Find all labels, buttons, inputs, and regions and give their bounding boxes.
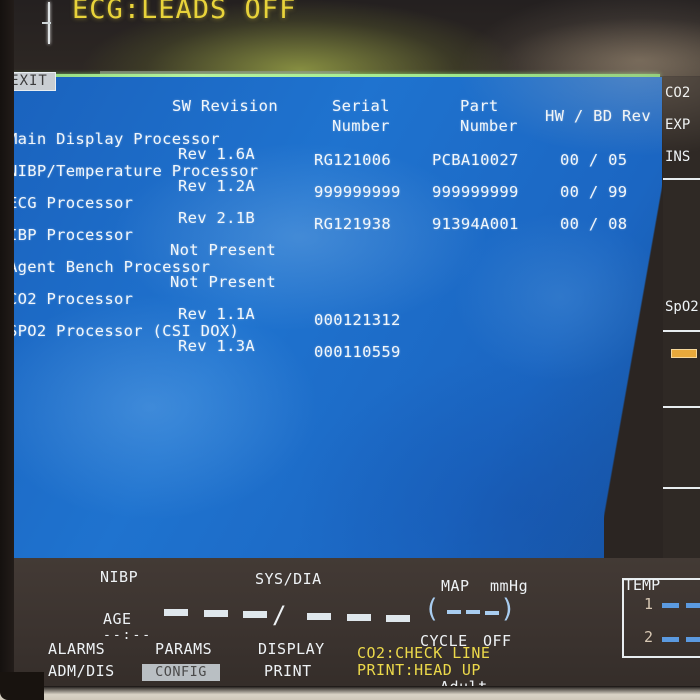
column-header-sw-revision: SW Revision xyxy=(172,97,278,115)
rail-label-spo2: SpO2 xyxy=(665,299,699,315)
processor-label-co2: CO2 Processor xyxy=(8,290,134,308)
rail-divider-3 xyxy=(663,406,700,408)
sw-revision-page: SW Revision Serial Number Part Number HW… xyxy=(0,77,662,558)
row-serial: 999999999 xyxy=(314,183,401,201)
map-paren-open: ( xyxy=(424,594,440,624)
sys-digit-dash xyxy=(164,609,188,616)
row-sw-revision: Rev 1.1A xyxy=(178,305,256,323)
rail-divider-4 xyxy=(663,487,700,489)
map-label: MAP xyxy=(441,577,470,595)
temp-channel-2-label: 2 xyxy=(644,628,654,646)
age-label: AGE xyxy=(103,610,132,628)
ecg-cursor-tick-icon xyxy=(42,22,51,24)
temp-ch1-dash xyxy=(662,603,679,608)
age-value: --:-- xyxy=(103,628,153,643)
monitor-bezel-bottom xyxy=(0,686,700,700)
units-label: mmHg xyxy=(490,577,529,595)
nibp-label: NIBP xyxy=(100,568,139,586)
rail-label-exp: EXP xyxy=(665,117,691,133)
row-serial: 000110559 xyxy=(314,343,401,361)
dia-digit-dash xyxy=(386,615,410,622)
dia-digit-dash xyxy=(347,614,371,621)
monitor-screen: ECG:LEADS OFF SW Revision Serial Number … xyxy=(0,0,700,700)
row-serial: RG121938 xyxy=(314,215,392,233)
rail-label-ins: INS xyxy=(665,149,691,165)
temp-ch2-dash xyxy=(662,637,679,642)
row-part: 91394A001 xyxy=(432,215,519,233)
spo2-value-dash xyxy=(671,349,697,358)
sys-dia-separator: / xyxy=(272,601,287,629)
sys-digit-dash xyxy=(204,610,228,617)
row-sw-revision: Not Present xyxy=(170,273,276,291)
rail-label-co2: CO2 xyxy=(665,85,691,101)
row-part: 999999999 xyxy=(432,183,519,201)
row-sw-revision: Not Present xyxy=(170,241,276,259)
dia-digit-dash xyxy=(307,613,331,620)
ecg-waveform-strip: ECG:LEADS OFF xyxy=(0,0,700,76)
right-parameter-rail: CO2 EXP INS SpO2 xyxy=(663,77,700,558)
monitor-bezel-corner xyxy=(0,672,44,700)
sys-digit-dash xyxy=(243,611,267,618)
column-header-part-l1: Part xyxy=(460,97,499,115)
temp-ch2-dash xyxy=(686,637,700,642)
row-sw-revision: Rev 2.1B xyxy=(178,209,256,227)
temp-channel-1-label: 1 xyxy=(644,595,654,613)
row-sw-revision: Rev 1.2A xyxy=(178,177,256,195)
bottom-control-panel: NIBP SYS/DIA MAP mmHg AGE --:-- / ( ) CY… xyxy=(0,558,700,700)
menu-params[interactable]: PARAMS xyxy=(155,640,212,658)
rail-divider-1 xyxy=(663,178,700,180)
processor-label-ecg: ECG Processor xyxy=(8,194,134,212)
print-status-text: PRINT:HEAD UP xyxy=(357,661,481,679)
row-serial: RG121006 xyxy=(314,151,392,169)
sys-dia-label: SYS/DIA xyxy=(255,570,322,588)
menu-adm-dis[interactable]: ADM/DIS xyxy=(48,662,115,680)
menu-print[interactable]: PRINT xyxy=(264,662,312,680)
co2-status-text: CO2:CHECK LINE xyxy=(357,644,491,662)
map-paren-close: ) xyxy=(500,594,516,624)
rail-divider-2 xyxy=(663,330,700,332)
map-digit-dash xyxy=(466,610,480,614)
config-button[interactable]: CONFIG xyxy=(142,664,220,681)
column-header-part-l2: Number xyxy=(460,117,518,135)
row-part: PCBA10027 xyxy=(432,151,519,169)
map-digit-dash xyxy=(485,611,499,615)
ecg-alarm-text: ECG:LEADS OFF xyxy=(72,0,297,25)
temp-ch1-dash xyxy=(686,603,700,608)
temp-title: TEMP xyxy=(624,576,661,594)
menu-alarms[interactable]: ALARMS xyxy=(48,640,105,658)
row-sw-revision: Rev 1.3A xyxy=(178,337,256,355)
row-serial: 000121312 xyxy=(314,311,401,329)
processor-label-ibp: IBP Processor xyxy=(8,226,134,244)
map-digit-dash xyxy=(447,610,461,614)
monitor-bezel-left xyxy=(0,0,14,700)
column-header-serial-l1: Serial xyxy=(332,97,390,115)
column-header-serial-l2: Number xyxy=(332,117,390,135)
row-sw-revision: Rev 1.6A xyxy=(178,145,256,163)
menu-display[interactable]: DISPLAY xyxy=(258,640,325,658)
